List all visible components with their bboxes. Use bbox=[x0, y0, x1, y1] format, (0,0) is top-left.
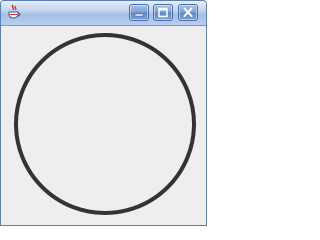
close-button[interactable] bbox=[178, 4, 198, 21]
maximize-icon bbox=[158, 7, 168, 18]
minimize-button[interactable] bbox=[129, 4, 149, 21]
java-cup-icon[interactable] bbox=[6, 4, 22, 20]
maximize-button[interactable] bbox=[153, 4, 173, 21]
circle-shape bbox=[14, 33, 196, 215]
minimize-icon bbox=[134, 13, 144, 17]
title-bar[interactable] bbox=[1, 1, 206, 26]
drawing-canvas bbox=[14, 33, 196, 215]
app-window bbox=[0, 0, 207, 226]
close-icon bbox=[183, 7, 193, 17]
content-pane bbox=[1, 26, 206, 225]
